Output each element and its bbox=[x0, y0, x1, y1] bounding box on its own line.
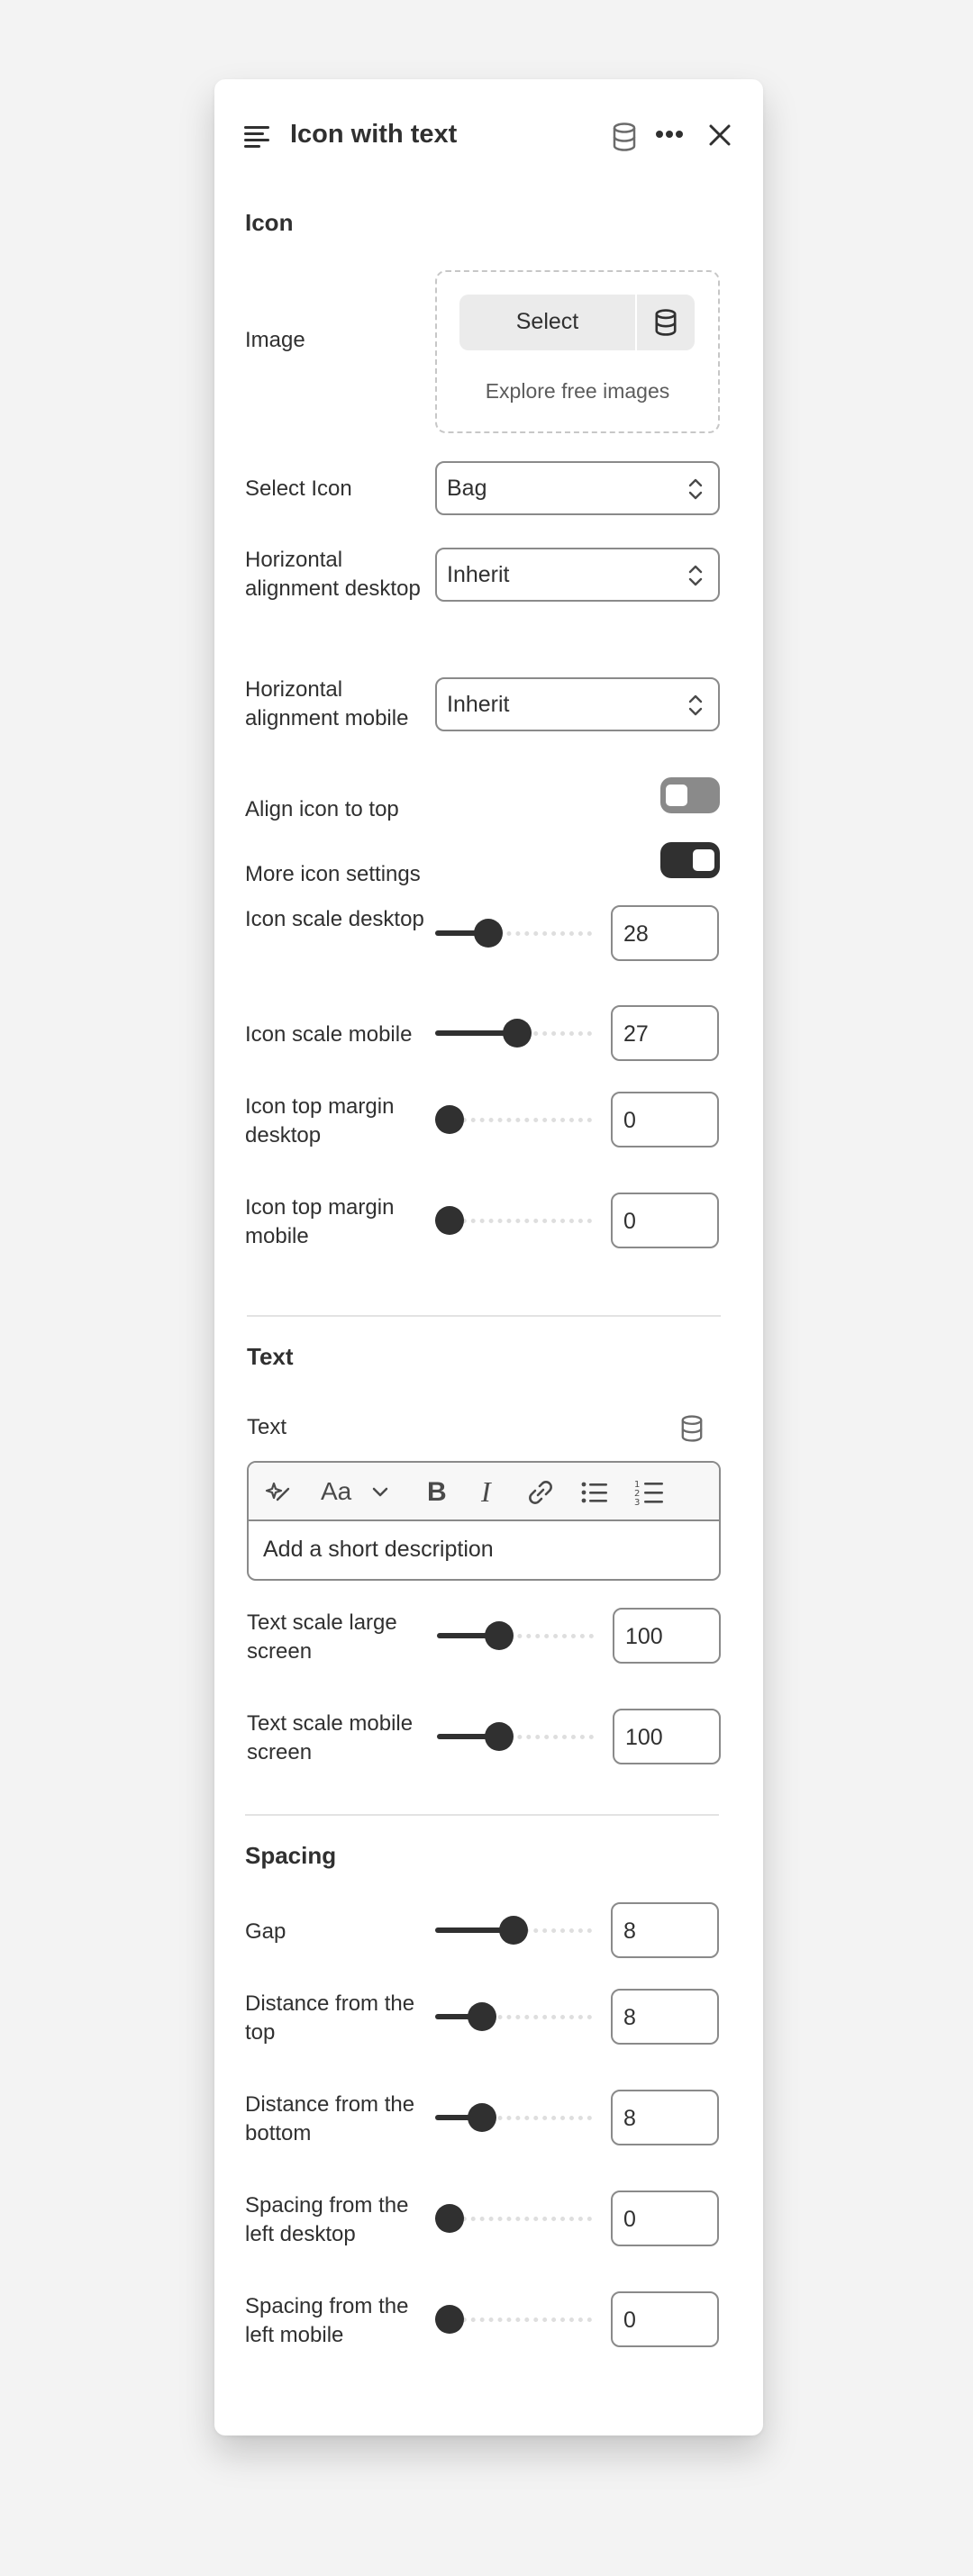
slider-label: Distance from the top bbox=[245, 1991, 415, 2045]
align-top-toggle[interactable] bbox=[660, 777, 720, 813]
chevron-up-down-icon bbox=[688, 478, 703, 500]
more-settings-label: More icon settings bbox=[245, 862, 421, 886]
toggle-knob bbox=[666, 785, 687, 806]
slider-label: Icon top margin mobile bbox=[245, 1195, 395, 1248]
slider-value: 28 bbox=[623, 921, 649, 947]
slider-thumb[interactable] bbox=[473, 919, 503, 948]
slider-value: 27 bbox=[623, 1021, 649, 1047]
slider-value: 0 bbox=[623, 1108, 636, 1133]
slider-label: Icon scale mobile bbox=[245, 1022, 413, 1047]
slider-thumb[interactable] bbox=[484, 1722, 514, 1751]
slider-value: 8 bbox=[623, 1918, 636, 1944]
slider-value: 8 bbox=[623, 2005, 636, 2030]
slider-value: 0 bbox=[623, 2207, 636, 2232]
slider-value: 0 bbox=[623, 2308, 636, 2333]
slider-value-input[interactable]: 0 bbox=[611, 2291, 719, 2347]
database-icon[interactable] bbox=[680, 1415, 704, 1442]
select-icon-label: Select Icon bbox=[245, 476, 352, 501]
slider-label: Text scale large screen bbox=[247, 1610, 397, 1664]
explore-free-images-link[interactable]: Explore free images bbox=[435, 379, 720, 404]
image-label: Image bbox=[245, 328, 305, 352]
menu-lines-icon[interactable] bbox=[244, 124, 271, 150]
slider-value: 100 bbox=[625, 1725, 663, 1750]
settings-panel: Icon with text Icon Image Select Explore… bbox=[214, 79, 763, 2435]
h-align-mobile-label: Horizontal alignment mobile bbox=[245, 677, 409, 730]
select-image-button-label: Select bbox=[515, 309, 579, 334]
slider-label: Spacing from the left mobile bbox=[245, 2294, 409, 2347]
svg-text:3: 3 bbox=[634, 1498, 640, 1507]
align-top-label: Align icon to top bbox=[245, 797, 399, 821]
font-size-icon[interactable]: Aa bbox=[321, 1477, 351, 1506]
more-horizontal-icon[interactable] bbox=[655, 130, 684, 139]
h-align-mobile-dropdown[interactable]: Inherit bbox=[435, 677, 720, 731]
slider-value: 8 bbox=[623, 2106, 636, 2131]
slider-value-input[interactable]: 0 bbox=[611, 1092, 719, 1147]
database-icon bbox=[655, 309, 677, 336]
slider-thumb[interactable] bbox=[435, 1206, 464, 1235]
h-align-mobile-value: Inherit bbox=[447, 692, 510, 717]
text-label: Text bbox=[247, 1415, 287, 1439]
magic-icon[interactable] bbox=[265, 1480, 292, 1505]
slider-label: Text scale mobile screen bbox=[247, 1711, 414, 1764]
slider-value: 100 bbox=[625, 1624, 663, 1649]
slider-label: Spacing from the left desktop bbox=[245, 2193, 409, 2246]
select-icon-dropdown[interactable]: Bag bbox=[435, 461, 720, 515]
slider-value-input[interactable]: 100 bbox=[613, 1608, 721, 1664]
database-icon[interactable] bbox=[612, 122, 637, 151]
h-align-desktop-value: Inherit bbox=[447, 562, 510, 587]
editor-text-area[interactable]: Add a short description bbox=[263, 1537, 494, 1563]
toggle-knob bbox=[693, 849, 714, 871]
icon-section-heading: Icon bbox=[245, 209, 294, 236]
slider-value-input[interactable]: 27 bbox=[611, 1005, 719, 1061]
slider-value-input[interactable]: 8 bbox=[611, 1989, 719, 2045]
numbered-list-icon[interactable]: 1 2 3 bbox=[634, 1478, 665, 1507]
select-icon-value: Bag bbox=[447, 476, 487, 501]
slider-thumb[interactable] bbox=[435, 1105, 464, 1134]
italic-icon[interactable]: I bbox=[481, 1475, 491, 1509]
slider-value-input[interactable]: 100 bbox=[613, 1709, 721, 1764]
bold-icon[interactable]: B bbox=[427, 1477, 447, 1508]
rich-text-editor: Aa B I 1 2 3 Add a short description bbox=[247, 1461, 721, 1581]
slider-value-input[interactable]: 0 bbox=[611, 1193, 719, 1248]
slider-thumb[interactable] bbox=[484, 1621, 514, 1650]
chevron-down-icon[interactable] bbox=[371, 1486, 389, 1499]
section-divider bbox=[247, 1315, 721, 1317]
slider-value-input[interactable]: 8 bbox=[611, 2090, 719, 2145]
h-align-desktop-label: Horizontal alignment desktop bbox=[245, 548, 421, 601]
slider-label: Gap bbox=[245, 1919, 286, 1944]
slider-thumb[interactable] bbox=[467, 2103, 496, 2132]
slider-value: 0 bbox=[623, 1209, 636, 1234]
panel-title: Icon with text bbox=[290, 120, 458, 149]
slider-thumb[interactable] bbox=[435, 2305, 464, 2334]
slider-value-input[interactable]: 8 bbox=[611, 1902, 719, 1958]
bullet-list-icon[interactable] bbox=[580, 1480, 609, 1505]
section-divider bbox=[245, 1814, 719, 1816]
slider-value-input[interactable]: 28 bbox=[611, 905, 719, 961]
slider-thumb[interactable] bbox=[435, 2204, 464, 2233]
text-section-heading: Text bbox=[247, 1343, 294, 1370]
link-icon[interactable] bbox=[526, 1479, 555, 1506]
slider-label: Icon top margin desktop bbox=[245, 1094, 395, 1147]
h-align-desktop-dropdown[interactable]: Inherit bbox=[435, 548, 720, 602]
select-image-button[interactable]: Select bbox=[459, 295, 635, 350]
slider-value-input[interactable]: 0 bbox=[611, 2191, 719, 2246]
more-settings-toggle[interactable] bbox=[660, 842, 720, 878]
slider-thumb[interactable] bbox=[467, 2002, 496, 2031]
slider-label: Distance from the bottom bbox=[245, 2092, 415, 2145]
chevron-up-down-icon bbox=[688, 565, 703, 586]
spacing-section-heading: Spacing bbox=[245, 1842, 337, 1869]
slider-thumb[interactable] bbox=[503, 1019, 532, 1048]
slider-thumb[interactable] bbox=[499, 1916, 528, 1945]
close-icon[interactable] bbox=[708, 123, 732, 147]
chevron-up-down-icon bbox=[688, 694, 703, 716]
slider-label: Icon scale desktop bbox=[245, 907, 424, 931]
source-database-button[interactable] bbox=[637, 295, 695, 350]
